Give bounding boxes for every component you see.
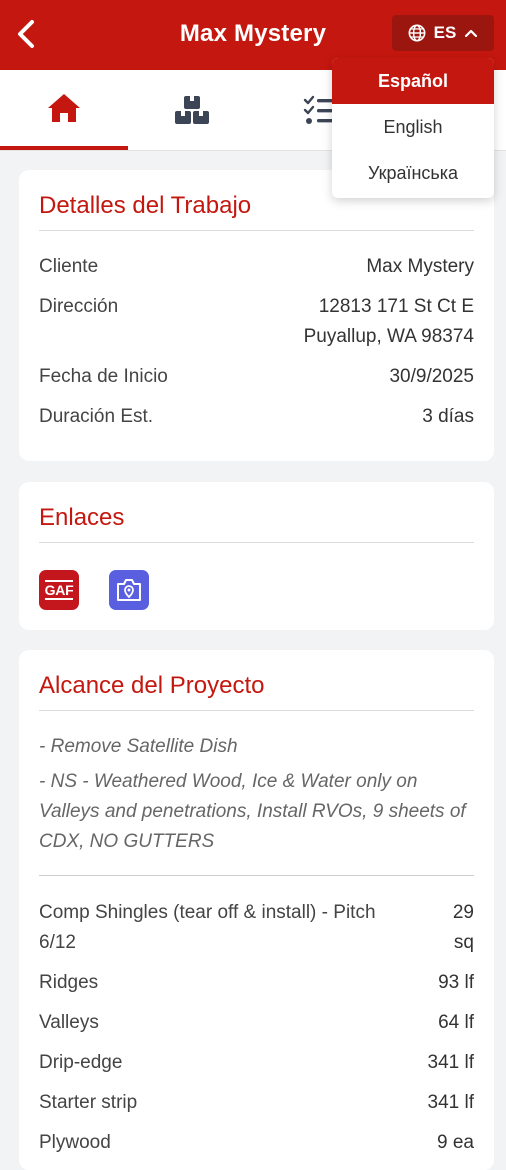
scope-item-value: 64 lf <box>438 1012 474 1033</box>
scope-item-label: Comp Shingles (tear off & install) - Pit… <box>39 902 376 923</box>
language-selector-button[interactable]: ES <box>392 15 494 51</box>
scope-note-2-line-1: - NS - Weathered Wood, Ice & Water only … <box>39 771 418 792</box>
scope-item-value: 341 lf <box>427 1052 474 1073</box>
camera-app-link-button[interactable] <box>109 570 149 610</box>
home-icon <box>48 94 80 122</box>
scope-item-label: Valleys <box>39 1012 99 1033</box>
language-option-spanish[interactable]: Español <box>332 58 494 104</box>
tab-materials[interactable] <box>128 70 256 150</box>
scope-item-value: 29 <box>452 902 474 923</box>
duration-value: 3 días <box>422 406 474 427</box>
language-option-ukrainian[interactable]: Українська <box>332 150 494 196</box>
job-details-card: Detalles del Trabajo Cliente Max Mystery… <box>19 170 494 461</box>
duration-row: Duración Est. 3 días <box>39 402 474 432</box>
client-row: Cliente Max Mystery <box>39 252 474 282</box>
links-title: Enlaces <box>39 504 125 531</box>
address-row: Dirección 12813 171 St Ct E Puyallup, WA… <box>39 292 474 352</box>
scope-note-1: - Remove Satellite Dish <box>39 736 238 757</box>
address-label: Dirección <box>39 296 119 317</box>
scope-item-value: 93 lf <box>438 972 474 993</box>
scope-item-value: 341 lf <box>427 1092 474 1113</box>
scope-item-label: Starter strip <box>39 1092 138 1113</box>
divider <box>39 875 474 876</box>
scope-item-row: Drip-edge 341 lf <box>39 1048 474 1078</box>
globe-icon <box>408 24 426 42</box>
scope-item-label: Plywood <box>39 1132 111 1153</box>
scope-item-value: 9 ea <box>437 1132 474 1153</box>
scope-item-label: Ridges <box>39 972 99 993</box>
client-value: Max Mystery <box>366 256 474 277</box>
project-scope-card: Alcance del Proyecto - Remove Satellite … <box>19 650 494 1170</box>
address-line1: 12813 171 St Ct E <box>318 296 474 317</box>
start-date-row: Fecha de Inicio 30/9/2025 <box>39 362 474 392</box>
tab-home[interactable] <box>0 70 128 150</box>
links-card: Enlaces GAF <box>19 482 494 630</box>
divider <box>39 710 474 711</box>
job-details-title: Detalles del Trabajo <box>39 192 252 219</box>
scope-item-row: Plywood 9 ea <box>39 1128 474 1158</box>
duration-label: Duración Est. <box>39 406 154 427</box>
client-label: Cliente <box>39 256 99 277</box>
divider <box>39 230 474 231</box>
camera-location-icon <box>117 579 141 601</box>
materials-icon <box>175 96 209 124</box>
start-date-value: 30/9/2025 <box>389 366 474 387</box>
scope-item-label: Drip-edge <box>39 1052 123 1073</box>
language-option-english[interactable]: English <box>332 104 494 150</box>
chevron-up-icon <box>465 29 478 38</box>
scope-item-unit: sq <box>453 932 474 953</box>
scope-note-2-line-2: Valleys and penetrations, Install RVOs, … <box>39 801 466 822</box>
gaf-logo-text: GAF <box>44 580 74 600</box>
language-dropdown-menu: Español English Українська <box>332 58 494 198</box>
scope-item-label-cont: 6/12 <box>39 932 76 953</box>
scope-item-row: Starter strip 341 lf <box>39 1088 474 1118</box>
scope-item-row: Valleys 64 lf <box>39 1008 474 1038</box>
divider <box>39 542 474 543</box>
scope-item-row: Ridges 93 lf <box>39 968 474 998</box>
scope-note-2-line-3: CDX, NO GUTTERS <box>39 831 215 852</box>
language-code: ES <box>433 23 457 42</box>
start-date-label: Fecha de Inicio <box>39 366 168 387</box>
address-line2: Puyallup, WA 98374 <box>303 326 474 347</box>
gaf-link-button[interactable]: GAF <box>39 570 79 610</box>
scope-title: Alcance del Proyecto <box>39 672 265 699</box>
scope-item-row: Comp Shingles (tear off & install) - Pit… <box>39 898 474 958</box>
